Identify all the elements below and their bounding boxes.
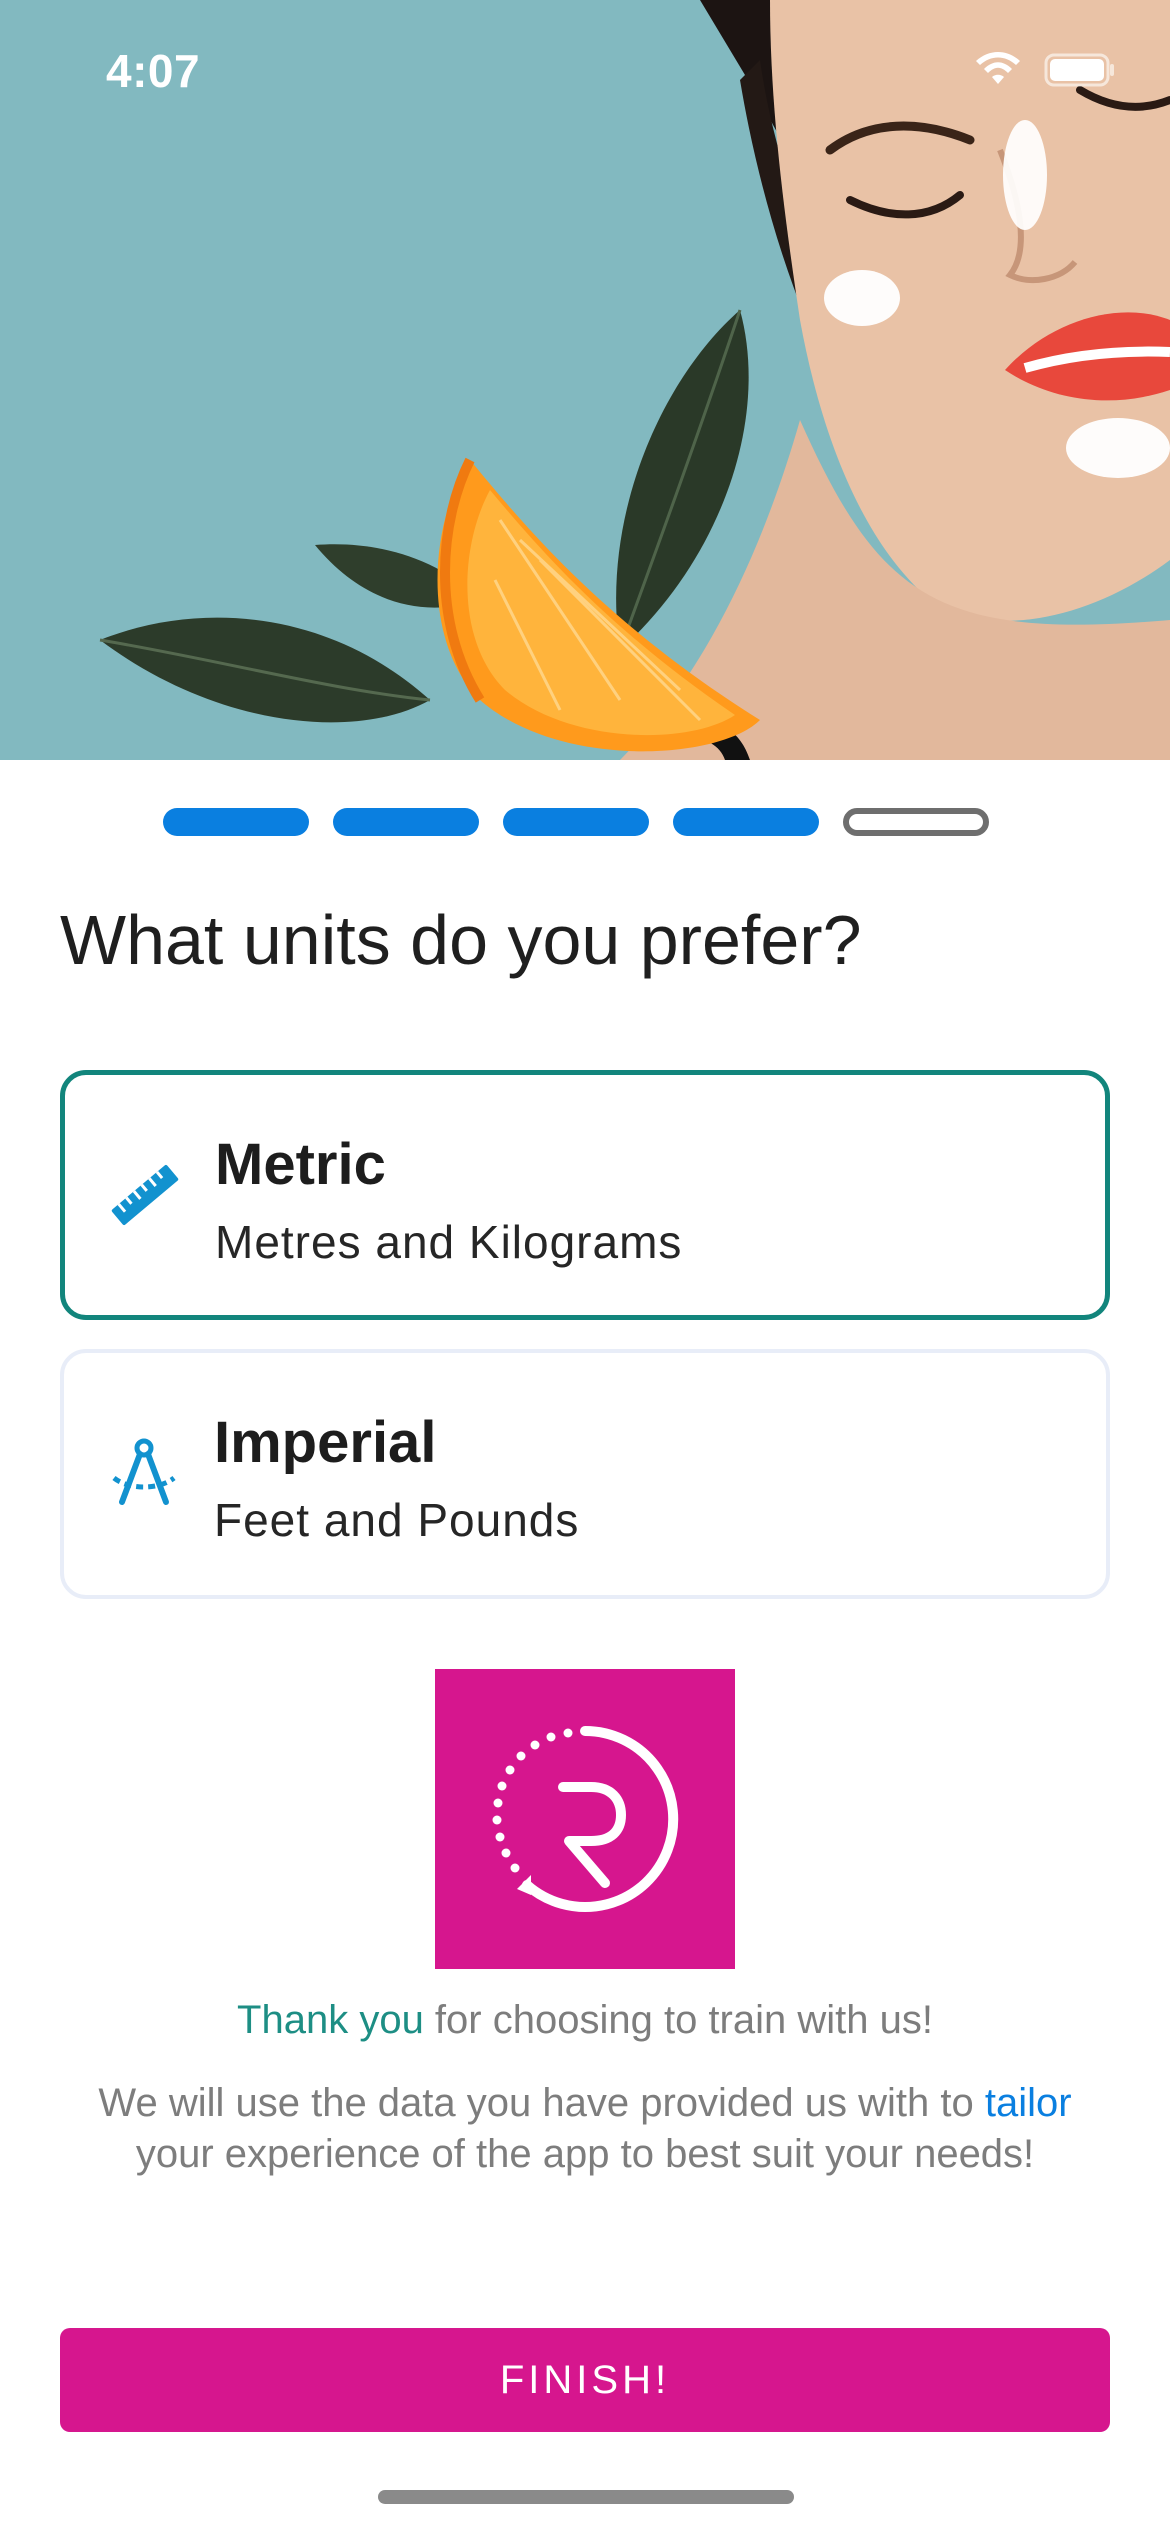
progress-step-current	[843, 808, 989, 836]
info-message: We will use the data you have provided u…	[90, 2078, 1080, 2180]
progress-step	[673, 808, 819, 836]
thanks-accent: Thank you	[237, 1998, 424, 2042]
info-after: your experience of the app to best suit …	[135, 2132, 1035, 2176]
info-accent: tailor	[984, 2081, 1072, 2125]
info-before: We will use the data you have provided u…	[98, 2081, 985, 2125]
status-icons	[974, 52, 1116, 88]
progress-step	[503, 808, 649, 836]
app-logo	[435, 1669, 735, 1969]
progress-indicator	[163, 808, 989, 836]
home-indicator[interactable]	[378, 2490, 794, 2504]
page-title: What units do you prefer?	[60, 901, 862, 979]
option-metric[interactable]: Metric Metres and Kilograms	[60, 1070, 1110, 1320]
wifi-icon	[976, 52, 1020, 84]
option-subtitle: Feet and Pounds	[214, 1494, 580, 1546]
thanks-rest: for choosing to train with us!	[423, 1998, 933, 2042]
option-title: Metric	[215, 1132, 386, 1197]
option-subtitle: Metres and Kilograms	[215, 1216, 683, 1268]
compass-icon	[112, 1438, 176, 1505]
option-title: Imperial	[214, 1410, 437, 1475]
progress-step	[333, 808, 479, 836]
battery-icon	[1044, 53, 1114, 87]
hero-image: 4:07	[0, 0, 1170, 760]
finish-button[interactable]: FINISH!	[60, 2328, 1110, 2432]
status-time: 4:07	[106, 45, 201, 97]
progress-step	[163, 808, 309, 836]
option-imperial[interactable]: Imperial Feet and Pounds	[60, 1349, 1110, 1599]
thanks-message: Thank you for choosing to train with us!	[0, 1998, 1170, 2043]
ruler-icon	[111, 1165, 179, 1225]
